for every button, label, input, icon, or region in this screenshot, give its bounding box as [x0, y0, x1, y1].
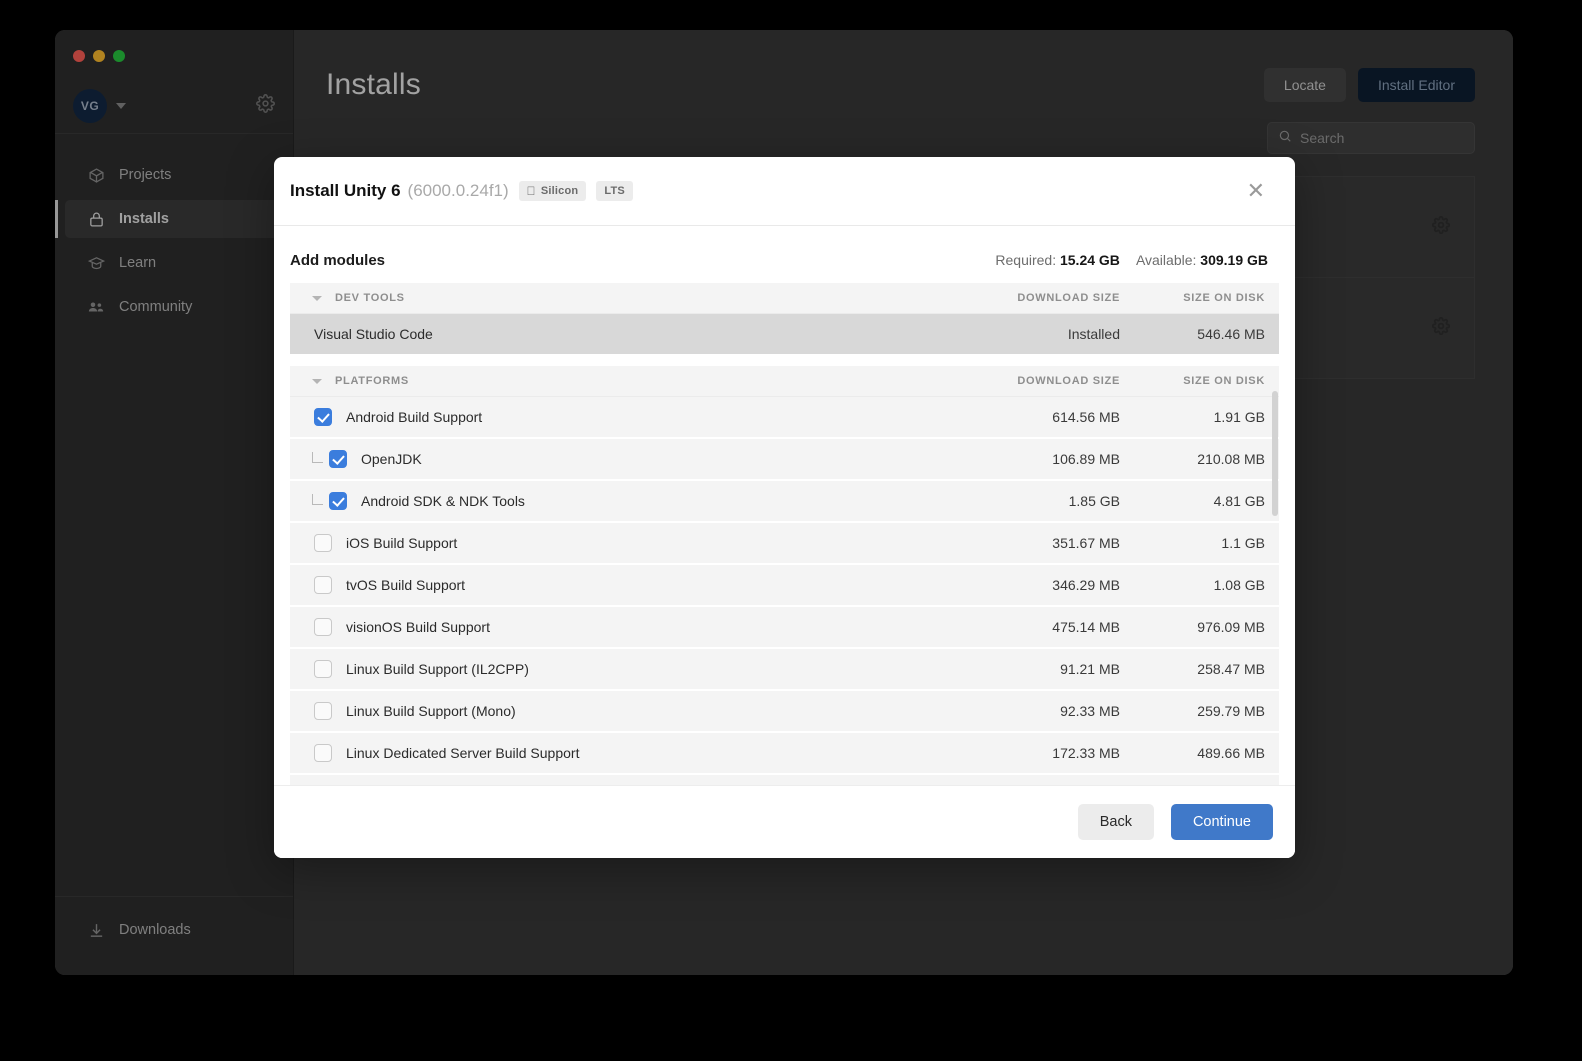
install-modules-dialog: Install Unity 6 (6000.0.24f1)  Silicon …: [274, 157, 1295, 858]
table-row[interactable]: Linux Dedicated Server Build Support 172…: [290, 733, 1279, 775]
continue-button[interactable]: Continue: [1170, 804, 1273, 840]
module-checkbox[interactable]: [314, 702, 332, 720]
module-download-size: Installed: [1067, 326, 1120, 342]
apple-logo-icon: : [527, 185, 536, 197]
module-size-on-disk: 489.66 MB: [1197, 745, 1265, 761]
group-spacer: [290, 356, 1279, 366]
module-download-size: 614.56 MB: [1052, 409, 1120, 425]
column-header-size-on-disk: SIZE ON DISK: [1183, 292, 1265, 304]
module-size-on-disk: 259.79 MB: [1197, 703, 1265, 719]
table-row[interactable]: visionOS Build Support 475.14 MB 976.09 …: [290, 607, 1279, 649]
column-header-size-on-disk: SIZE ON DISK: [1183, 375, 1265, 387]
module-checkbox[interactable]: [329, 450, 347, 468]
table-row[interactable]: tvOS Build Support 346.29 MB 1.08 GB: [290, 565, 1279, 607]
module-label: Linux Dedicated Server Build Support: [346, 745, 580, 761]
column-header-download-size: DOWNLOAD SIZE: [1017, 375, 1120, 387]
table-row[interactable]: Mac Build Support (IL2CPP) 568.12 MB 1.7…: [290, 775, 1279, 785]
required-label: Required:: [995, 252, 1057, 268]
group-header-dev-tools[interactable]: DEV TOOLS DOWNLOAD SIZE SIZE ON DISK: [290, 283, 1279, 314]
dialog-title: Install Unity 6: [290, 181, 401, 200]
module-download-size: 92.33 MB: [1060, 703, 1120, 719]
disk-space-info: Required: 15.24 GB Available: 309.19 GB: [995, 252, 1268, 268]
module-checkbox[interactable]: [314, 618, 332, 636]
table-row[interactable]: Linux Build Support (Mono) 92.33 MB 259.…: [290, 691, 1279, 733]
module-checkbox[interactable]: [329, 492, 347, 510]
module-download-size: 106.89 MB: [1052, 451, 1120, 467]
silicon-badge:  Silicon: [518, 181, 587, 201]
module-size-on-disk: 1.08 GB: [1213, 577, 1265, 593]
module-size-on-disk: 258.47 MB: [1197, 661, 1265, 677]
module-download-size: 351.67 MB: [1052, 535, 1120, 551]
module-download-size: 91.21 MB: [1060, 661, 1120, 677]
table-row[interactable]: iOS Build Support 351.67 MB 1.1 GB: [290, 523, 1279, 565]
module-label: Linux Build Support (IL2CPP): [346, 661, 529, 677]
column-header-download-size: DOWNLOAD SIZE: [1017, 292, 1120, 304]
module-size-on-disk: 4.81 GB: [1213, 493, 1265, 509]
available-label: Available:: [1135, 252, 1197, 268]
module-label: OpenJDK: [361, 451, 422, 467]
caret-down-icon[interactable]: [312, 295, 322, 301]
module-label: iOS Build Support: [346, 535, 458, 551]
module-download-size: 475.14 MB: [1052, 619, 1120, 635]
module-size-on-disk: 1.91 GB: [1213, 409, 1265, 425]
table-row[interactable]: Visual Studio Code Installed 546.46 MB: [290, 314, 1279, 356]
module-label: visionOS Build Support: [346, 619, 490, 635]
dialog-subheader: Add modules Required: 15.24 GB Available…: [274, 226, 1295, 283]
group-title: DEV TOOLS: [335, 292, 405, 304]
dialog-version: (6000.0.24f1): [407, 181, 509, 200]
dialog-footer: Back Continue: [274, 785, 1295, 858]
module-checkbox[interactable]: [314, 660, 332, 678]
group-header-platforms[interactable]: PLATFORMS DOWNLOAD SIZE SIZE ON DISK: [290, 366, 1279, 397]
group-title: PLATFORMS: [335, 375, 409, 387]
module-label: Android Build Support: [346, 409, 483, 425]
lts-badge: LTS: [596, 181, 633, 201]
module-label: Linux Build Support (Mono): [346, 703, 516, 719]
table-row[interactable]: Android SDK & NDK Tools 1.85 GB 4.81 GB: [290, 481, 1279, 523]
available-value: 309.19 GB: [1200, 252, 1268, 268]
table-row[interactable]: OpenJDK 106.89 MB 210.08 MB: [290, 439, 1279, 481]
module-download-size: 346.29 MB: [1052, 577, 1120, 593]
table-row[interactable]: Linux Build Support (IL2CPP) 91.21 MB 25…: [290, 649, 1279, 691]
dialog-header: Install Unity 6 (6000.0.24f1)  Silicon …: [274, 157, 1295, 226]
module-label: tvOS Build Support: [346, 577, 466, 593]
module-download-size: 1.85 GB: [1068, 493, 1120, 509]
required-value: 15.24 GB: [1059, 252, 1120, 268]
module-download-size: 172.33 MB: [1052, 745, 1120, 761]
back-button[interactable]: Back: [1077, 804, 1154, 840]
add-modules-label: Add modules: [290, 252, 386, 269]
module-checkbox[interactable]: [314, 576, 332, 594]
modules-list: DEV TOOLS DOWNLOAD SIZE SIZE ON DISK Vis…: [290, 283, 1279, 785]
caret-down-icon[interactable]: [312, 378, 322, 384]
module-checkbox[interactable]: [314, 744, 332, 762]
silicon-badge-label: Silicon: [531, 185, 578, 197]
module-size-on-disk: 976.09 MB: [1197, 619, 1265, 635]
module-size-on-disk: 546.46 MB: [1197, 326, 1265, 342]
list-scrollbar[interactable]: [1272, 391, 1278, 516]
tree-branch-icon: [312, 493, 323, 505]
table-row[interactable]: Android Build Support 614.56 MB 1.91 GB: [290, 397, 1279, 439]
tree-branch-icon: [312, 451, 323, 463]
module-size-on-disk: 210.08 MB: [1197, 451, 1265, 467]
module-label: Android SDK & NDK Tools: [361, 493, 525, 509]
module-label: Visual Studio Code: [314, 326, 433, 342]
lts-badge-label: LTS: [595, 185, 624, 197]
close-icon[interactable]: ✕: [1241, 179, 1271, 203]
modules-list-viewport[interactable]: DEV TOOLS DOWNLOAD SIZE SIZE ON DISK Vis…: [290, 283, 1279, 785]
module-checkbox[interactable]: [314, 408, 332, 426]
module-checkbox[interactable]: [314, 534, 332, 552]
module-size-on-disk: 1.1 GB: [1221, 535, 1265, 551]
